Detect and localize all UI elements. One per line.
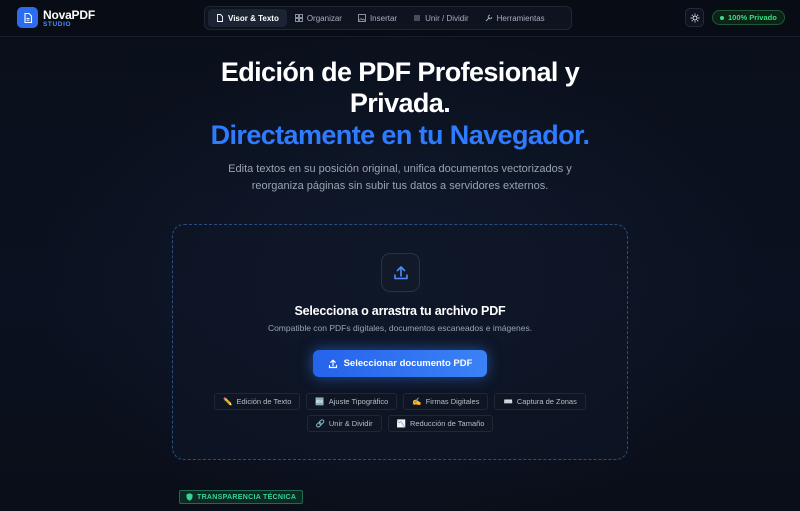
transparency-badge-label: TRANSPARENCIA TÉCNICA (197, 493, 297, 501)
pencil-icon: ✏️ (223, 397, 233, 406)
tab-label: Organizar (306, 13, 342, 23)
select-pdf-button[interactable]: Seleccionar documento PDF (313, 350, 487, 377)
privacy-badge: 100% Privado (712, 10, 785, 25)
feature-chips: ✏️ Edición de Texto 🔤 Ajuste Tipográfico… (173, 393, 627, 432)
main-nav: Visor & Texto Organizar Insertar Unir / … (204, 6, 572, 30)
hero-title-line2: Privada. (349, 88, 451, 118)
chip-edicion-texto: ✏️ Edición de Texto (214, 393, 301, 410)
keyboard-icon: ⌨️ (503, 397, 513, 406)
image-icon (358, 14, 366, 22)
shield-icon (186, 493, 193, 501)
tab-label: Herramientas (496, 13, 545, 23)
hero-description: Edita textos en su posición original, un… (228, 163, 572, 192)
wrench-icon (485, 14, 492, 22)
chip-label: Reducción de Tamaño (409, 419, 485, 428)
tab-label: Unir / Dividir (425, 13, 469, 23)
chip-label: Unir & Dividir (328, 419, 373, 428)
hero-title-line1: Edición de PDF Profesional y (220, 57, 580, 87)
file-dropzone[interactable]: Selecciona o arrastra tu archivo PDF Com… (172, 224, 628, 460)
file-icon (217, 14, 223, 22)
document-logo-icon (23, 12, 32, 23)
top-header: NovaPDF STUDIO Visor & Texto Organizar I… (0, 0, 800, 37)
chip-label: Edición de Texto (236, 397, 292, 406)
chip-unir-dividir: 🔗 Unir & Dividir (306, 415, 382, 432)
upload-icon (393, 265, 408, 279)
sun-icon (690, 13, 699, 22)
merge-icon (414, 15, 421, 21)
chip-label: Ajuste Tipográfico (328, 397, 389, 406)
font-icon: 🔤 (315, 397, 325, 406)
hero-title: Edición de PDF Profesional y Privada. (0, 57, 800, 119)
tab-unir-dividir[interactable]: Unir / Dividir (405, 9, 477, 27)
signature-icon: ✍️ (412, 397, 422, 406)
tab-herramientas[interactable]: Herramientas (477, 9, 553, 27)
brand-name: NovaPDF (43, 8, 95, 22)
brand-subtitle: STUDIO (43, 21, 72, 28)
chart-down-icon: 📉 (396, 419, 406, 428)
chip-captura-zonas: ⌨️ Captura de Zonas (494, 393, 586, 410)
chip-reduccion-tamano: 📉 Reducción de Tamaño (387, 415, 494, 432)
chip-label: Captura de Zonas (516, 397, 577, 406)
grid-icon (294, 14, 303, 22)
transparency-badge: TRANSPARENCIA TÉCNICA (179, 490, 304, 504)
feature-chips-row2: 🔗 Unir & Dividir 📉 Reducción de Tamaño (306, 415, 494, 432)
chip-ajuste-tipografico: 🔤 Ajuste Tipográfico (306, 393, 398, 410)
tab-visor-texto[interactable]: Visor & Texto (208, 9, 287, 27)
upload-small-icon (328, 359, 337, 368)
tab-insertar[interactable]: Insertar (350, 9, 405, 27)
status-dot-icon (720, 15, 724, 20)
logo-icon[interactable] (17, 7, 38, 28)
chip-label: Firmas Digitales (425, 397, 480, 406)
dropzone-subtitle: Compatible con PDFs digitales, documento… (267, 323, 533, 333)
tab-label: Visor & Texto (228, 13, 279, 23)
tab-label: Insertar (369, 13, 398, 23)
feature-chips-row1: ✏️ Edición de Texto 🔤 Ajuste Tipográfico… (214, 393, 586, 410)
select-pdf-button-label: Seleccionar documento PDF (343, 358, 473, 369)
chip-firmas-digitales: ✍️ Firmas Digitales (403, 393, 489, 410)
upload-icon-container (381, 253, 420, 292)
theme-toggle-button[interactable] (685, 8, 704, 27)
hero-accent-title: Directamente en tu Navegador. (210, 120, 590, 150)
tab-organizar[interactable]: Organizar (287, 9, 350, 27)
link-icon: 🔗 (315, 419, 325, 428)
privacy-badge-label: 100% Privado (728, 13, 777, 22)
dropzone-title: Selecciona o arrastra tu archivo PDF (294, 304, 506, 318)
